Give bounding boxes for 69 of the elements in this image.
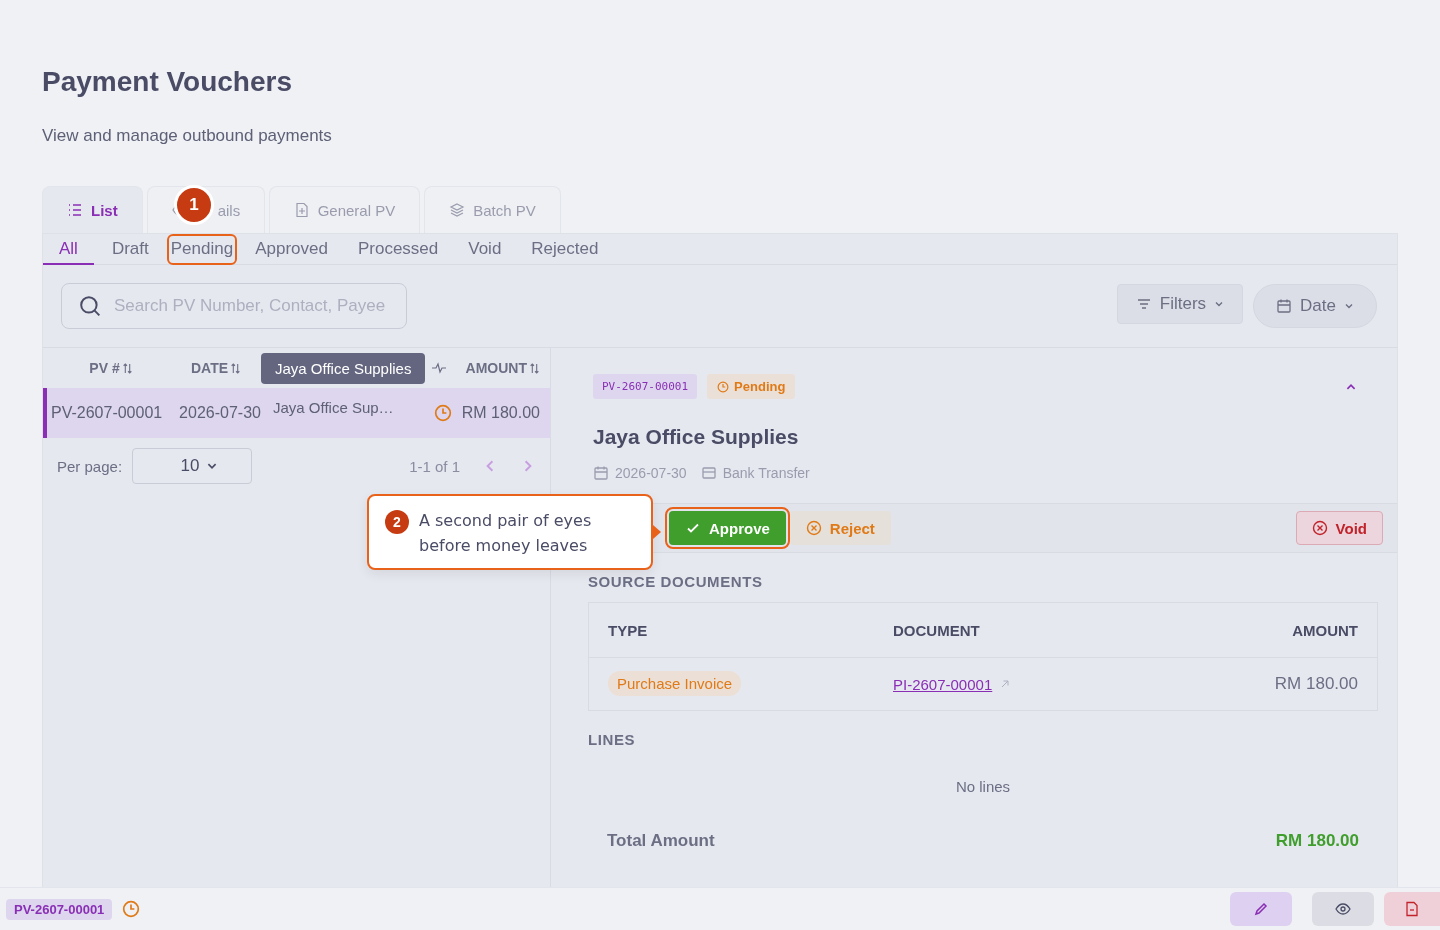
status-tab[interactable]: Rejected [519, 234, 611, 265]
document-type-tag: Purchase Invoice [608, 671, 742, 696]
view-tab[interactable]: List [42, 186, 143, 233]
table-cell-text: RM 180.00 [1273, 674, 1358, 694]
document-link[interactable]: PI-2607-00001 [893, 675, 993, 693]
voucher-number-tag: PV-2607-00001 [593, 374, 698, 399]
file-icon [1404, 901, 1420, 917]
status-tab[interactable]: Void [456, 234, 514, 265]
step-badge: 2 [385, 510, 409, 534]
clock-icon [717, 380, 730, 393]
status-tab[interactable]: All [43, 234, 94, 265]
column-header[interactable]: DATE [171, 360, 261, 376]
detail-date: 2026-07-30 [615, 465, 687, 481]
table-row[interactable]: PV-2607-00001 2026-07-30 Jaya Office Sup… RM 180.00 [43, 388, 550, 438]
empty-message: No lines [954, 778, 1012, 795]
column-header[interactable]: AMOUNT [457, 360, 550, 376]
column-header: DOCUMENT [893, 621, 981, 639]
calendar-icon [1276, 298, 1293, 314]
filter-button[interactable]: Filters [1116, 284, 1244, 324]
pencil-icon [1253, 901, 1269, 917]
close-circle-icon [805, 520, 822, 536]
chevron-down-icon [1344, 301, 1354, 311]
status-tab[interactable]: Draft [99, 234, 161, 265]
page-title: Payment Vouchers [42, 65, 294, 99]
table-cell-text: RM 180.00 [461, 404, 541, 422]
payment-method: Bank Transfer [722, 465, 810, 481]
void-button[interactable]: Void [1295, 511, 1383, 545]
section-heading: SOURCE DOCUMENTS [588, 573, 764, 590]
total-label: Total Amount [607, 831, 715, 851]
column-header[interactable]: PV # [43, 360, 171, 376]
filter-button[interactable]: Date [1253, 284, 1377, 328]
callout-text: A second pair of eyes before money leaves [419, 510, 593, 557]
table-cell-text: Jaya Office Sup… [272, 398, 395, 416]
search-icon [79, 295, 101, 317]
close-circle-icon [1311, 520, 1328, 536]
file-plus-icon [293, 202, 310, 218]
page-subtitle: View and manage outbound payments [42, 126, 333, 146]
view-tab[interactable]: Batch PV [424, 186, 561, 233]
tooltip: Jaya Office Supplies [261, 352, 426, 384]
external-link-icon [1000, 679, 1011, 689]
calendar-icon [593, 465, 609, 481]
status-tab[interactable]: Processed [345, 234, 451, 265]
voucher-number-tag: PV-2607-00001 [6, 898, 113, 920]
page-range: 1-1 of 1 [409, 457, 460, 475]
layers-icon [449, 202, 466, 218]
activity-icon [431, 360, 447, 376]
per-page-label: Per page: [57, 457, 123, 475]
reject-button[interactable]: Reject [789, 511, 891, 545]
document-button[interactable] [1384, 892, 1440, 926]
column-header: TYPE [608, 621, 649, 639]
table-cell-text: 2026-07-30 [178, 404, 262, 422]
status-tab[interactable]: Approved [243, 234, 340, 265]
card-icon [700, 465, 717, 481]
filter-icon [1135, 296, 1152, 312]
status-tab[interactable]: Pending [166, 234, 238, 265]
view-tab[interactable]: General PV [268, 186, 421, 233]
edit-button[interactable] [1230, 892, 1292, 926]
status-tag: Pending [707, 374, 796, 399]
clock-icon [122, 900, 141, 918]
section-heading: LINES [588, 731, 637, 748]
view-button[interactable] [1312, 892, 1374, 926]
column-header: AMOUNT [1291, 621, 1358, 639]
per-page-select[interactable]: 10 [132, 448, 253, 484]
detail-title: Jaya Office Supplies [593, 425, 800, 449]
chevron-down-icon [1214, 299, 1225, 309]
search-field[interactable]: Search PV Number, Contact, Payee [61, 283, 407, 329]
table-cell-text: PV-2607-00001 [50, 404, 164, 422]
list-icon [67, 202, 83, 218]
total-value: RM 180.00 [1275, 831, 1359, 851]
